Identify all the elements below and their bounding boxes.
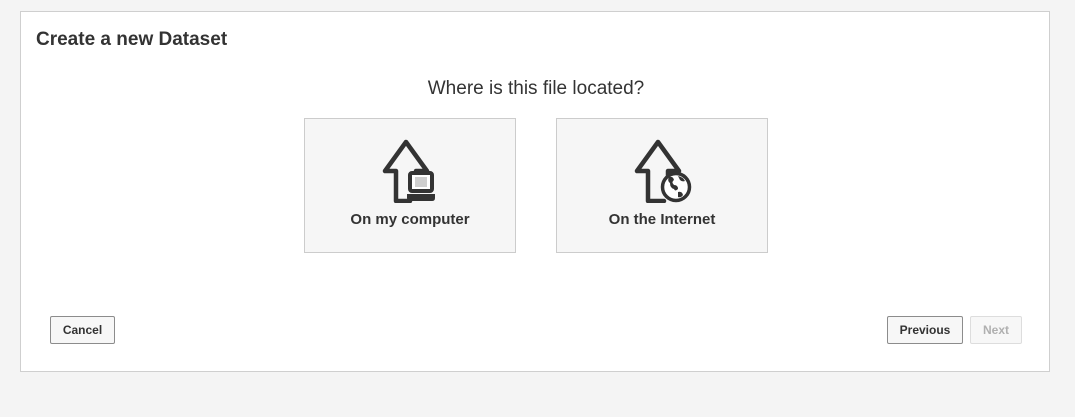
option-label-internet: On the Internet [608, 211, 716, 228]
previous-button[interactable]: Previous [887, 316, 963, 344]
next-button[interactable]: Next [970, 316, 1022, 344]
upload-from-internet-icon [634, 139, 692, 203]
option-label-computer: On my computer [350, 211, 470, 228]
file-location-question: Where is this file located? [427, 78, 645, 99]
option-on-my-computer[interactable]: On my computer [304, 118, 516, 253]
option-on-the-internet[interactable]: On the Internet [556, 118, 768, 253]
cancel-button[interactable]: Cancel [50, 316, 115, 344]
dialog-title: Create a new Dataset [36, 29, 228, 50]
upload-from-computer-icon [382, 139, 435, 203]
create-dataset-dialog: Create a new Dataset Where is this file … [20, 11, 1050, 372]
